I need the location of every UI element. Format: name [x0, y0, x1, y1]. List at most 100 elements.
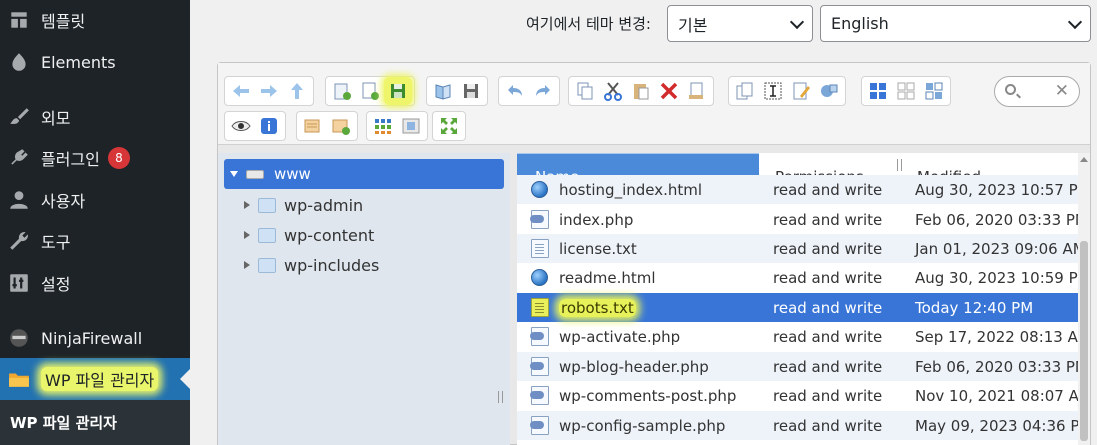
tree-node-wp-includes[interactable]: wp-includes [244, 253, 379, 277]
back-icon[interactable] [227, 77, 255, 105]
list-view-icon[interactable] [892, 77, 920, 105]
tree-node-label: wp-includes [284, 255, 380, 275]
file-name: readme.html [559, 268, 656, 287]
file-row[interactable]: wp-activate.php read and write Sep 17, 2… [517, 322, 1090, 351]
menu-label: 설정 [41, 275, 71, 294]
file-row[interactable]: index.php read and write Feb 06, 2020 03… [517, 205, 1088, 234]
new-folder-icon[interactable] [328, 77, 356, 105]
folder-tree: www wp-admin wp-content wp-includes [218, 153, 510, 445]
expand-arrow-icon[interactable] [244, 231, 250, 239]
menu-label: 템플릿 [41, 12, 86, 31]
file-name: wp-config-sample.php [559, 416, 726, 435]
file-row[interactable]: license.txt read and write Jan 01, 2023 … [517, 234, 1086, 263]
undo-icon[interactable] [501, 77, 529, 105]
php-file-icon [530, 327, 549, 346]
empty-icon[interactable] [683, 77, 711, 105]
scrollbar-thumb[interactable] [1080, 241, 1088, 441]
forward-icon[interactable] [255, 77, 283, 105]
file-modified: Today 12:40 PM [915, 298, 1034, 317]
save-icon[interactable] [384, 77, 412, 105]
file-permissions: read and write [773, 239, 883, 258]
duplicate-icon[interactable] [731, 77, 759, 105]
menu-item-plugins[interactable]: 플러그인 8 [0, 138, 190, 178]
extract-icon[interactable] [327, 112, 355, 140]
admin-sidebar: 템플릿 Elements 외모 플러그인 8 사용자 도구 설정 NinjaFi… [0, 0, 190, 445]
archive-group [296, 111, 358, 141]
redo-icon[interactable] [529, 77, 557, 105]
pane-resize-handle[interactable] [498, 391, 503, 403]
file-row[interactable]: wp-blog-header.php read and write Feb 06… [517, 352, 1088, 381]
text-file-icon [531, 239, 549, 258]
language-select-value: English [831, 14, 889, 33]
info-icon[interactable] [255, 112, 283, 140]
tree-root-label: www [274, 165, 311, 183]
expand-arrow-icon[interactable] [230, 171, 238, 177]
file-row[interactable]: wp-config-sample.php read and write May … [517, 411, 1090, 440]
clear-search-icon[interactable]: ✕ [1055, 81, 1069, 101]
menu-item-appearance[interactable]: 외모 [0, 97, 190, 137]
select-all-icon[interactable] [369, 112, 397, 140]
expand-arrow-icon[interactable] [244, 261, 250, 269]
cut-icon[interactable] [599, 77, 627, 105]
file-row-selected[interactable]: robots.txt read and write Today 12:40 PM [517, 293, 1078, 322]
file-row[interactable]: hosting_index.html read and write Aug 30… [517, 175, 1090, 204]
up-icon[interactable] [283, 77, 311, 105]
submenu-item-wp-file-manager[interactable]: WP 파일 관리자 [0, 400, 190, 445]
file-name: hosting_index.html [559, 180, 703, 199]
chevron-down-icon [789, 14, 805, 30]
menu-item-templates[interactable]: 템플릿 [0, 0, 190, 40]
menu-label: NinjaFirewall [41, 328, 143, 348]
tree-root-www[interactable]: www [224, 159, 504, 189]
resize-icon[interactable] [815, 77, 843, 105]
paste-icon[interactable] [627, 77, 655, 105]
theme-select[interactable]: 기본 [667, 5, 813, 42]
ninja-icon [7, 326, 31, 350]
html-file-icon [531, 269, 548, 286]
file-permissions: read and write [773, 210, 883, 229]
save-disk-icon[interactable] [457, 77, 485, 105]
sort-icon[interactable] [920, 77, 948, 105]
archive-icon[interactable] [299, 112, 327, 140]
expand-arrow-icon[interactable] [244, 201, 250, 209]
fullscreen-icon[interactable] [435, 112, 463, 140]
file-row[interactable]: wp-comments-post.php read and write Nov … [517, 381, 1090, 410]
file-name: wp-comments-post.php [559, 386, 737, 405]
icons-view-icon[interactable] [864, 77, 892, 105]
search-input[interactable]: ✕ [994, 76, 1080, 107]
menu-item-tools[interactable]: 도구 [0, 221, 190, 261]
vertical-scrollbar[interactable] [1078, 153, 1090, 445]
history-group [498, 76, 560, 106]
file-permissions: read and write [773, 268, 883, 287]
select-invert-icon[interactable] [397, 112, 425, 140]
folder-icon [258, 197, 276, 213]
file-name: robots.txt [559, 298, 636, 317]
file-name: index.php [559, 210, 634, 229]
drive-icon [246, 169, 264, 179]
new-file-icon[interactable] [356, 77, 384, 105]
rename-icon[interactable] [759, 77, 787, 105]
delete-icon[interactable] [655, 77, 683, 105]
file-manager: ✕ www wp-admin wp-content wp-includes ho… [217, 62, 1091, 445]
column-resize-handle[interactable] [897, 159, 902, 171]
language-select[interactable]: English [820, 5, 1091, 42]
theme-change-label: 여기에서 테마 변경: [526, 15, 651, 33]
copy-icon[interactable] [571, 77, 599, 105]
open-icon[interactable] [429, 77, 457, 105]
menu-item-users[interactable]: 사용자 [0, 180, 190, 220]
edit-icon[interactable] [787, 77, 815, 105]
file-modified: Feb 06, 2020 03:33 PM [915, 357, 1088, 376]
menu-label: WP 파일 관리자 [41, 367, 159, 391]
file-row[interactable]: readme.html read and write Aug 30, 2023 … [517, 263, 1090, 292]
file-name: wp-blog-header.php [559, 357, 709, 376]
info-group [224, 111, 286, 141]
menu-item-settings[interactable]: 설정 [0, 263, 190, 303]
tree-node-wp-content[interactable]: wp-content [244, 223, 374, 247]
preview-icon[interactable] [227, 112, 255, 140]
menu-item-wp-file-manager[interactable]: WP 파일 관리자 [0, 358, 190, 400]
scroll-up-icon[interactable] [1080, 157, 1088, 162]
menu-item-elements[interactable]: Elements [0, 42, 190, 82]
menu-label: 플러그인 [41, 150, 100, 169]
tree-node-wp-admin[interactable]: wp-admin [244, 193, 363, 217]
php-file-icon [530, 357, 549, 376]
menu-item-ninjafirewall[interactable]: NinjaFirewall [0, 318, 190, 358]
